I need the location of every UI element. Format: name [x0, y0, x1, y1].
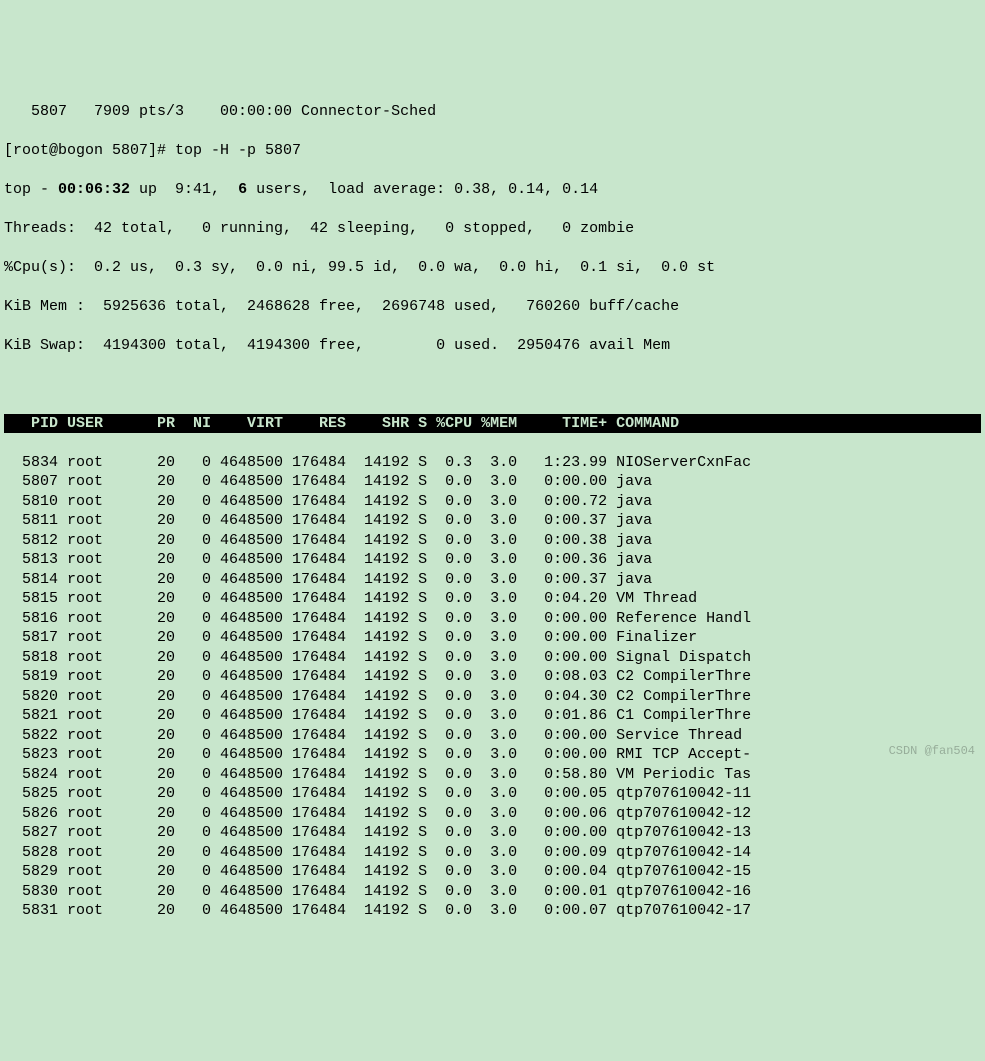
table-row: 5812 root 20 0 4648500 176484 14192 S 0.… [4, 531, 981, 551]
table-row: 5826 root 20 0 4648500 176484 14192 S 0.… [4, 804, 981, 824]
table-row: 5831 root 20 0 4648500 176484 14192 S 0.… [4, 901, 981, 921]
table-row: 5807 root 20 0 4648500 176484 14192 S 0.… [4, 472, 981, 492]
table-row: 5820 root 20 0 4648500 176484 14192 S 0.… [4, 687, 981, 707]
table-row: 5813 root 20 0 4648500 176484 14192 S 0.… [4, 550, 981, 570]
table-row: 5815 root 20 0 4648500 176484 14192 S 0.… [4, 589, 981, 609]
table-row: 5817 root 20 0 4648500 176484 14192 S 0.… [4, 628, 981, 648]
summary-line-3: %Cpu(s): 0.2 us, 0.3 sy, 0.0 ni, 99.5 id… [4, 258, 981, 278]
table-row: 5825 root 20 0 4648500 176484 14192 S 0.… [4, 784, 981, 804]
table-row: 5822 root 20 0 4648500 176484 14192 S 0.… [4, 726, 981, 746]
summary-line-2: Threads: 42 total, 0 running, 42 sleepin… [4, 219, 981, 239]
ps-line: 5807 7909 pts/3 00:00:00 Connector-Sched [4, 102, 981, 122]
watermark: CSDN @fan504 [889, 744, 975, 760]
table-row: 5821 root 20 0 4648500 176484 14192 S 0.… [4, 706, 981, 726]
table-row: 5829 root 20 0 4648500 176484 14192 S 0.… [4, 862, 981, 882]
prompt-line[interactable]: [root@bogon 5807]# top -H -p 5807 [4, 141, 981, 161]
table-row: 5823 root 20 0 4648500 176484 14192 S 0.… [4, 745, 981, 765]
table-row: 5816 root 20 0 4648500 176484 14192 S 0.… [4, 609, 981, 629]
blank-line [4, 375, 981, 395]
table-row: 5818 root 20 0 4648500 176484 14192 S 0.… [4, 648, 981, 668]
terminal[interactable]: 5807 7909 pts/3 00:00:00 Connector-Sched… [0, 78, 985, 944]
table-row: 5811 root 20 0 4648500 176484 14192 S 0.… [4, 511, 981, 531]
table-row: 5824 root 20 0 4648500 176484 14192 S 0.… [4, 765, 981, 785]
command: top -H -p 5807 [175, 142, 301, 159]
table-row: 5827 root 20 0 4648500 176484 14192 S 0.… [4, 823, 981, 843]
table-row: 5828 root 20 0 4648500 176484 14192 S 0.… [4, 843, 981, 863]
table-row: 5834 root 20 0 4648500 176484 14192 S 0.… [4, 453, 981, 473]
prompt: [root@bogon 5807]# [4, 142, 175, 159]
table-header: PID USER PR NI VIRT RES SHR S %CPU %MEM … [4, 414, 981, 434]
table-row: 5830 root 20 0 4648500 176484 14192 S 0.… [4, 882, 981, 902]
table-row: 5819 root 20 0 4648500 176484 14192 S 0.… [4, 667, 981, 687]
summary-line-5: KiB Swap: 4194300 total, 4194300 free, 0… [4, 336, 981, 356]
summary-line-1: top - 00:06:32 up 9:41, 6 users, load av… [4, 180, 981, 200]
table-row: 5810 root 20 0 4648500 176484 14192 S 0.… [4, 492, 981, 512]
table-row: 5814 root 20 0 4648500 176484 14192 S 0.… [4, 570, 981, 590]
summary-line-4: KiB Mem : 5925636 total, 2468628 free, 2… [4, 297, 981, 317]
